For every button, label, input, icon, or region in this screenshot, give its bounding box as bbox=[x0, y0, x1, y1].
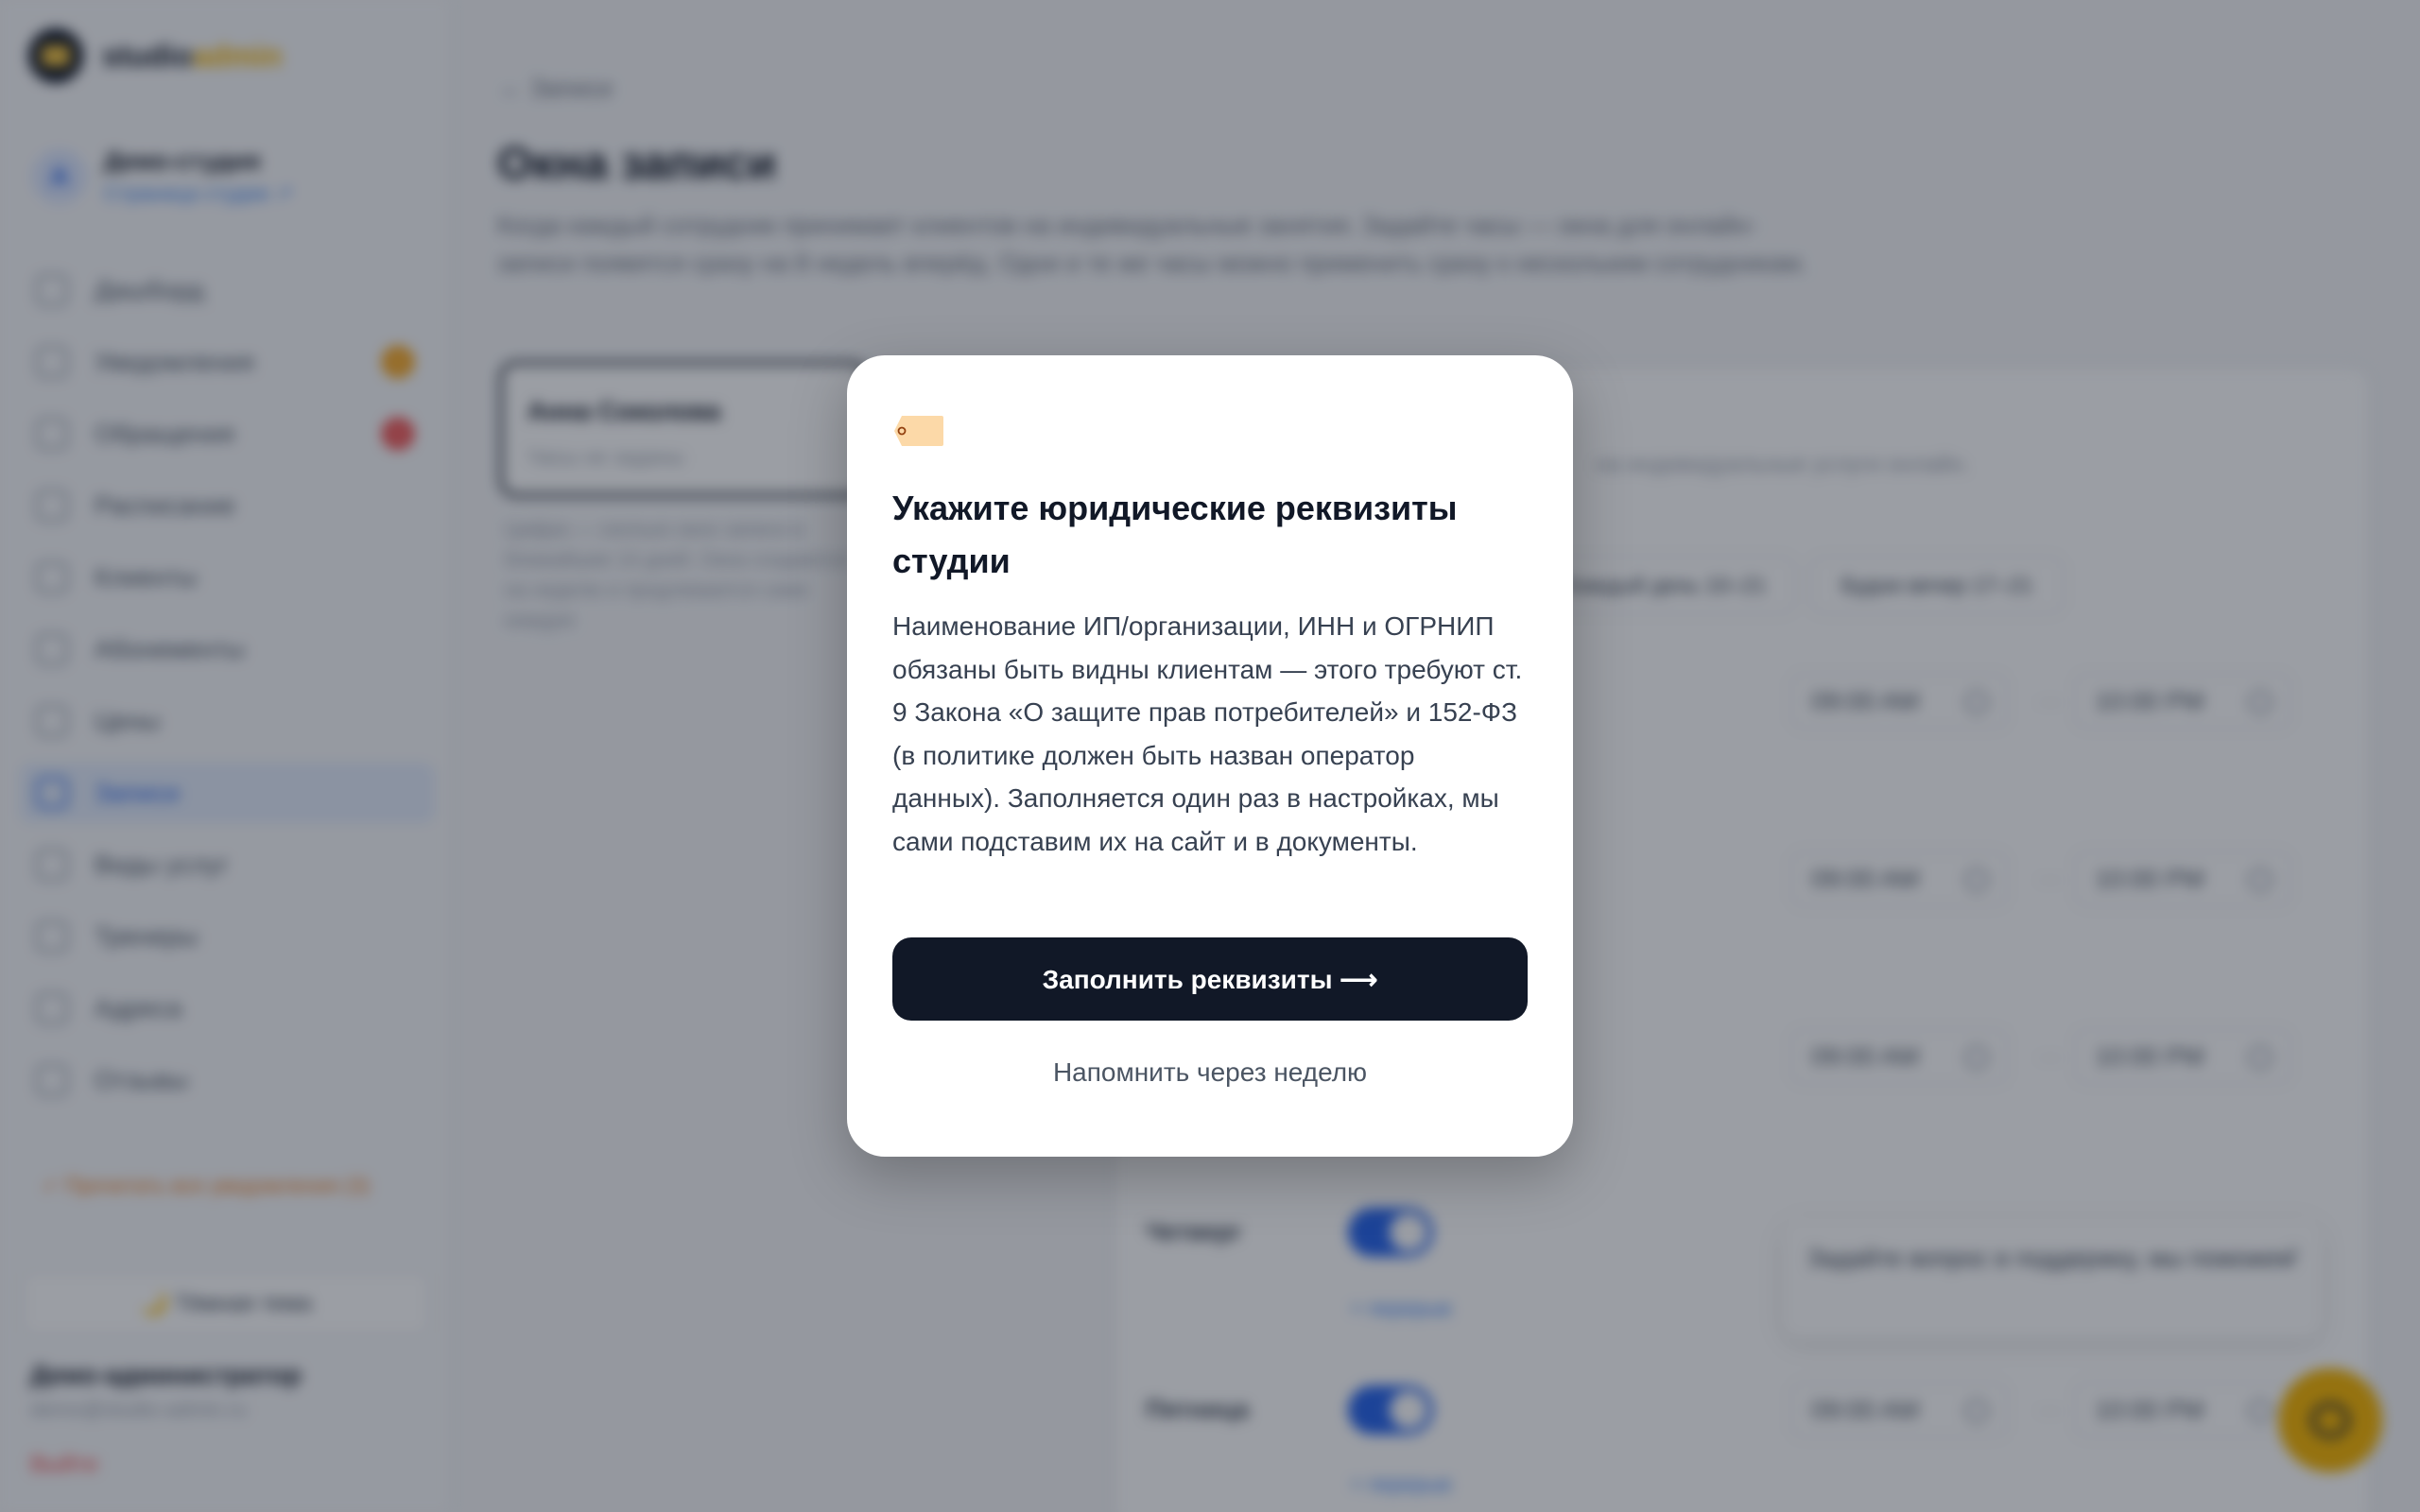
modal-body: Наименование ИП/организации, ИНН и ОГРНИ… bbox=[892, 611, 1523, 856]
price-tag-icon bbox=[894, 416, 943, 446]
remind-later-button[interactable]: Напомнить через неделю bbox=[892, 1049, 1528, 1096]
modal-title: Укажите юридические реквизиты студии bbox=[892, 489, 1458, 580]
fill-details-button[interactable]: Заполнить реквизиты ⟶ bbox=[892, 937, 1528, 1021]
legal-details-modal: Укажите юридические реквизиты студии Наи… bbox=[847, 355, 1573, 1157]
